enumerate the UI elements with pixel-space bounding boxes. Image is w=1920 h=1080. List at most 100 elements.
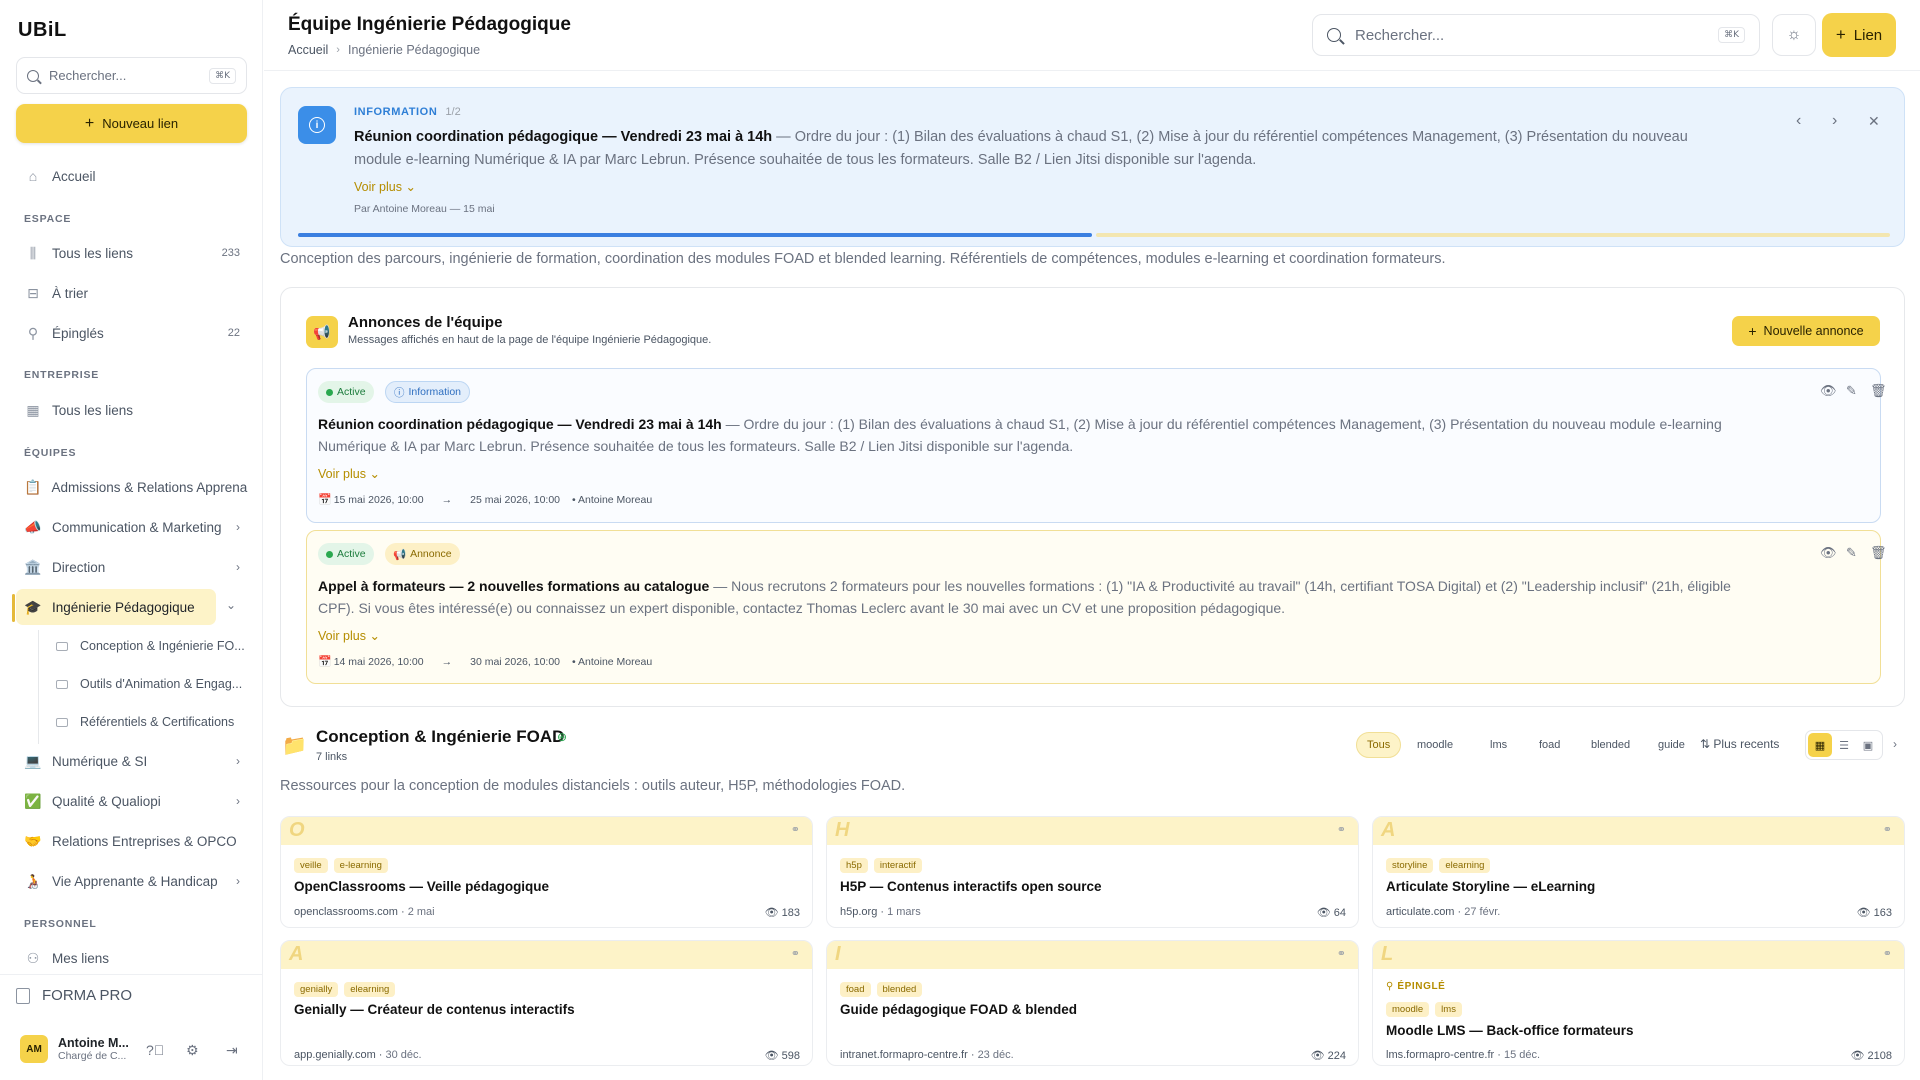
trash-icon[interactable]: 🗑 <box>1870 383 1887 399</box>
sidebar-item-team-communication[interactable]: 📣 Communication & Marketing › <box>16 509 248 545</box>
sidebar-item-company-links[interactable]: ▦ Tous les liens <box>16 392 248 428</box>
link-card[interactable]: A ⚭ storyline elearning Articulate Story… <box>1372 816 1905 928</box>
link-title[interactable]: Genially — Créateur de contenus interact… <box>294 1002 575 1017</box>
link-title[interactable]: OpenClassrooms — Veille pédagogique <box>294 879 549 894</box>
sidebar-search[interactable]: Rechercher... ⌘K <box>16 57 247 94</box>
image-view-icon[interactable]: ▣ <box>1856 733 1880 757</box>
sidebar-item-team-qualite[interactable]: ✅ Qualité & Qualiopi › <box>16 783 248 819</box>
trash-icon[interactable]: 🗑 <box>1870 545 1887 561</box>
see-more-button[interactable]: Voir plus ⌄ <box>318 466 380 481</box>
sidebar-item-team-direction[interactable]: 🏛️ Direction › <box>16 549 248 585</box>
filter-chip-all[interactable]: Tous <box>1356 732 1402 758</box>
sidebar-item-my-links[interactable]: ⚇ Mes liens <box>16 940 248 976</box>
link-title[interactable]: Articulate Storyline — eLearning <box>1386 879 1595 894</box>
tag[interactable]: veille <box>294 858 328 873</box>
building-icon: ▦ <box>26 401 40 418</box>
tag[interactable]: h5p <box>840 858 868 873</box>
announcement-card: Active ⓘ Information 👁 ✎ 🗑 Réunion coordi… <box>306 368 1887 523</box>
sidebar-subitem-conception[interactable]: Conception & Ingénierie FO... <box>50 630 250 662</box>
section-label-espace: ESPACE <box>24 213 72 225</box>
chevron-right-icon[interactable]: › <box>236 874 240 888</box>
tag[interactable]: genially <box>294 982 339 997</box>
sidebar-item-team-vie-apprenante[interactable]: 🧑‍🦽 Vie Apprenante & Handicap › <box>16 863 248 899</box>
gear-icon[interactable]: ⚙ <box>186 1042 199 1059</box>
link-card[interactable]: L ⚭ ⚲ ÉPINGLÉ moodle lms Moodle LMS — Ba… <box>1372 940 1905 1066</box>
sidebar-item-to-sort[interactable]: ⊟ À trier <box>16 275 248 311</box>
tag[interactable]: interactif <box>873 858 922 873</box>
sidebar-item-pinned[interactable]: ⚲ Épinglés 22 <box>16 315 248 351</box>
tag[interactable]: moodle <box>1386 1002 1430 1017</box>
link-icon[interactable]: ⚭ <box>791 947 800 960</box>
link-icon[interactable]: ⚭ <box>1883 947 1892 960</box>
add-link-button[interactable]: + Lien <box>1822 13 1896 57</box>
sidebar-subitem-outils[interactable]: Outils d'Animation & Engag... <box>50 668 250 700</box>
user-profile[interactable]: AM Antoine M... Chargé de C... <box>20 1035 129 1063</box>
logout-icon[interactable]: ⇥ <box>226 1042 238 1059</box>
announcement-title: Appel à formateurs — 2 nouvelles formati… <box>318 578 710 594</box>
chevron-right-icon[interactable]: › <box>236 560 240 574</box>
folder-icon <box>56 641 68 651</box>
tag[interactable]: elearning <box>1439 858 1491 873</box>
chevron-right-icon[interactable]: › <box>236 794 240 808</box>
org-switcher[interactable]: FORMA PRO <box>16 987 132 1004</box>
sidebar-item-team-admissions[interactable]: 📋 Admissions & Relations Apprenants <box>16 469 248 505</box>
sidebar-item-home[interactable]: ⌂ Accueil <box>16 158 248 194</box>
eye-icon[interactable]: 👁 <box>1820 545 1837 561</box>
banner-author: Par Antoine Moreau — 15 mai <box>354 203 495 215</box>
tag[interactable]: storyline <box>1386 858 1434 873</box>
link-title[interactable]: Guide pédagogique FOAD & blended <box>840 1002 1077 1017</box>
link-icon[interactable]: ⚭ <box>1337 947 1346 960</box>
sidebar-item-label: Mes liens <box>52 950 110 966</box>
sidebar-subitem-referentiels[interactable]: Référentiels & Certifications <box>50 706 250 738</box>
tag[interactable]: foad <box>840 982 871 997</box>
global-search-input[interactable]: Rechercher... ⌘K <box>1312 14 1760 56</box>
chevron-right-icon[interactable]: › <box>236 754 240 768</box>
filter-chip-guide[interactable]: guide <box>1648 732 1695 758</box>
help-icon[interactable]: ?⃝ <box>146 1042 164 1058</box>
list-view-icon[interactable]: ☰ <box>1832 733 1856 757</box>
link-card[interactable]: I ⚭ foad blended Guide pédagogique FOAD … <box>826 940 1359 1066</box>
sidebar-item-team-relations[interactable]: 🤝 Relations Entreprises & OPCO <box>16 823 248 859</box>
see-more-button[interactable]: Voir plus ⌄ <box>318 628 380 643</box>
shortcut-hint: ⌘K <box>1718 27 1745 43</box>
filter-chip-moodle[interactable]: moodle <box>1407 732 1463 758</box>
link-icon[interactable]: ⚭ <box>1337 823 1346 836</box>
theme-toggle-button[interactable]: ☼ <box>1772 14 1816 56</box>
sidebar-item-team-ingenierie[interactable]: 🎓 Ingénierie Pédagogique <box>16 589 216 625</box>
eye-icon[interactable]: 👁 <box>1820 383 1837 399</box>
link-icon[interactable]: ⚭ <box>1883 823 1892 836</box>
tag[interactable]: blended <box>876 982 923 997</box>
link-title[interactable]: Moodle LMS — Back-office formateurs <box>1386 1023 1634 1038</box>
chevron-down-icon[interactable]: ⌄ <box>226 598 236 612</box>
tag[interactable]: e-learning <box>333 858 388 873</box>
chevron-right-icon[interactable]: › <box>1832 112 1837 130</box>
link-title[interactable]: H5P — Contenus interactifs open source <box>840 879 1102 894</box>
card-initial: A <box>289 943 304 965</box>
sidebar-item-all-links[interactable]: ⫼ Tous les liens 233 <box>16 235 248 271</box>
section-label-entreprise: ENTREPRISE <box>24 369 100 381</box>
new-announcement-label: Nouvelle annonce <box>1763 324 1864 338</box>
chevron-right-icon[interactable]: › <box>1893 737 1897 751</box>
link-icon[interactable]: ⚭ <box>791 823 800 836</box>
app-logo[interactable]: UBiL <box>18 19 67 42</box>
close-icon[interactable]: ✕ <box>1868 113 1880 130</box>
breadcrumb-home[interactable]: Accueil <box>288 43 328 57</box>
filter-chip-foad[interactable]: foad <box>1529 732 1570 758</box>
edit-icon[interactable]: ✎ <box>1846 545 1857 561</box>
chevron-left-icon[interactable]: ‹ <box>1796 112 1801 130</box>
tag[interactable]: elearning <box>344 982 396 997</box>
link-card[interactable]: O ⚭ veille e-learning OpenClassrooms — V… <box>280 816 813 928</box>
sort-dropdown[interactable]: ⇅ Plus recents <box>1700 737 1779 751</box>
new-announcement-button[interactable]: + Nouvelle annonce <box>1732 316 1880 346</box>
edit-icon[interactable]: ✎ <box>1846 383 1857 399</box>
grid-view-icon[interactable]: ▦ <box>1808 733 1832 757</box>
link-card[interactable]: H ⚭ h5p interactif H5P — Contenus intera… <box>826 816 1359 928</box>
tag[interactable]: lms <box>1435 1002 1462 1017</box>
link-card[interactable]: A ⚭ genially elearning Genially — Créate… <box>280 940 813 1066</box>
filter-chip-blended[interactable]: blended <box>1581 732 1640 758</box>
sidebar-item-team-numerique[interactable]: 💻 Numérique & SI › <box>16 743 248 779</box>
new-link-button[interactable]: + Nouveau lien <box>16 104 247 143</box>
chevron-right-icon[interactable]: › <box>236 520 240 534</box>
banner-see-more[interactable]: Voir plus ⌄ <box>354 179 416 194</box>
filter-chip-lms[interactable]: lms <box>1480 732 1517 758</box>
